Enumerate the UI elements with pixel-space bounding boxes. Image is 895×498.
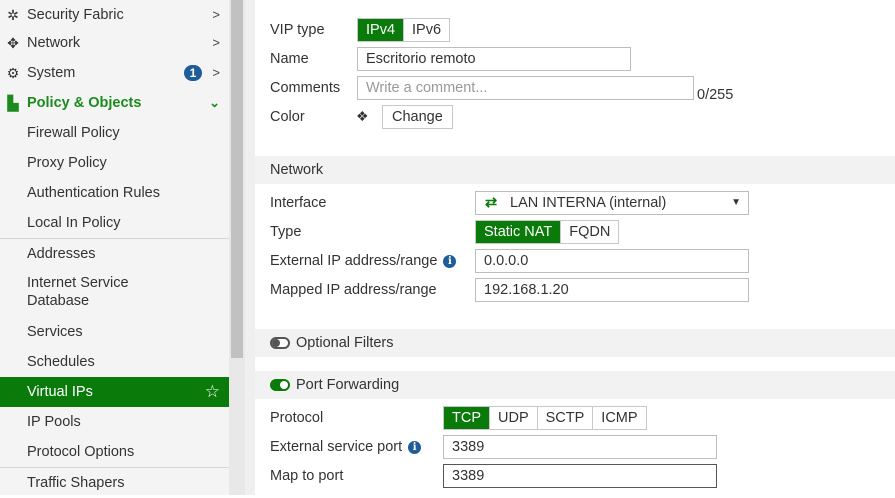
- external-ip-input[interactable]: 0.0.0.0: [475, 249, 749, 273]
- external-ip-label-text: External IP address/range: [270, 253, 438, 269]
- sidebar-item-label: Services: [27, 324, 83, 340]
- sidebar-item-label: Traffic Shapers: [27, 475, 125, 491]
- vip-type-selector: IPv4 IPv6: [357, 18, 451, 42]
- chevron-right-icon: >: [212, 65, 220, 80]
- type-selector: Static NAT FQDN: [475, 220, 620, 244]
- sidebar-item-proxy-policy[interactable]: Proxy Policy: [0, 148, 229, 178]
- optional-filters-title: Optional Filters: [296, 335, 394, 351]
- sidebar-item-label: Authentication Rules: [27, 185, 160, 201]
- vip-type-label: VIP type: [270, 22, 325, 38]
- network-section-title: Network: [270, 162, 324, 178]
- optional-filters-header: Optional Filters: [255, 329, 895, 357]
- color-swatch-icon: ❖: [356, 108, 369, 124]
- network-section-header: Network: [255, 156, 895, 184]
- sidebar-item-security-fabric[interactable]: ✲ Security Fabric >: [0, 0, 229, 30]
- sidebar-item-traffic-shapers[interactable]: Traffic Shapers: [0, 468, 229, 498]
- protocol-selector: TCP UDP SCTP ICMP: [443, 406, 647, 430]
- mapped-ip-label: Mapped IP address/range: [270, 282, 437, 298]
- protocol-tcp-option[interactable]: TCP: [444, 407, 489, 429]
- sidebar-item-label: Policy & Objects: [27, 95, 142, 111]
- sidebar-item-protocol-options[interactable]: Protocol Options: [0, 437, 229, 467]
- info-icon[interactable]: i: [408, 441, 422, 454]
- sidebar-item-authentication-rules[interactable]: Authentication Rules: [0, 178, 229, 208]
- network-icon: ✥: [7, 35, 19, 51]
- sidebar-item-schedules[interactable]: Schedules: [0, 347, 229, 377]
- vip-type-ipv6-option[interactable]: IPv6: [403, 19, 449, 41]
- interface-dropdown[interactable]: ⇄ LAN INTERNA (internal) ▼: [475, 191, 749, 215]
- sidebar-item-internet-service-database[interactable]: Internet Service Database: [0, 269, 229, 315]
- sidebar-item-label: IP Pools: [27, 414, 81, 430]
- sidebar-scrollbar-thumb[interactable]: [231, 0, 243, 358]
- sidebar-item-label: Schedules: [27, 354, 95, 370]
- port-forwarding-header: Port Forwarding: [255, 371, 895, 399]
- star-icon[interactable]: ☆: [205, 377, 220, 407]
- type-fqdn-option[interactable]: FQDN: [560, 221, 618, 243]
- gear-icon: ⚙: [6, 65, 20, 81]
- protocol-sctp-option[interactable]: SCTP: [536, 407, 593, 429]
- external-port-label-text: External service port: [270, 439, 403, 455]
- comments-textarea[interactable]: Write a comment...: [357, 76, 694, 100]
- sidebar-item-label: Network: [27, 35, 81, 51]
- sidebar-item-label: Proxy Policy: [27, 155, 107, 171]
- type-static-nat-option[interactable]: Static NAT: [476, 221, 561, 243]
- sidebar-item-label: Firewall Policy: [27, 125, 120, 141]
- policy-icon: ▙: [7, 95, 19, 111]
- sidebar-item-policy-objects[interactable]: ▙ Policy & Objects ⌄: [0, 88, 229, 118]
- chevron-right-icon: >: [212, 35, 220, 50]
- protocol-icmp-option[interactable]: ICMP: [592, 407, 645, 429]
- port-forwarding-title: Port Forwarding: [296, 377, 400, 393]
- caret-down-icon: ▼: [731, 197, 741, 208]
- protocol-udp-option[interactable]: UDP: [489, 407, 537, 429]
- sidebar-item-label: Database: [27, 293, 90, 309]
- name-input[interactable]: Escritorio remoto: [357, 47, 631, 71]
- interface-label: Interface: [270, 195, 327, 211]
- map-port-input[interactable]: 3389: [443, 464, 717, 488]
- sidebar-item-ip-pools[interactable]: IP Pools: [0, 407, 229, 437]
- sidebar-item-label: System: [27, 65, 76, 81]
- sidebar-item-label: Security Fabric: [27, 7, 124, 23]
- optional-filters-toggle[interactable]: [270, 337, 290, 349]
- external-port-label: External service port i: [270, 439, 422, 455]
- chevron-right-icon: >: [212, 7, 220, 22]
- external-port-input[interactable]: 3389: [443, 435, 717, 459]
- sidebar-item-services[interactable]: Services: [0, 317, 229, 347]
- map-port-label: Map to port: [270, 468, 344, 484]
- comments-counter: 0/255: [697, 87, 734, 103]
- sidebar-item-virtual-ips[interactable]: Virtual IPs ☆: [0, 377, 229, 407]
- type-label: Type: [270, 224, 302, 240]
- interface-value: LAN INTERNA (internal): [510, 195, 667, 211]
- fabric-icon: ✲: [7, 7, 19, 23]
- sidebar-item-label: Local In Policy: [27, 215, 121, 231]
- interface-shuffle-icon: ⇄: [485, 195, 498, 211]
- sidebar: ✲ Security Fabric > ✥ Network > ⚙ System…: [0, 0, 229, 495]
- sidebar-item-firewall-policy[interactable]: Firewall Policy: [0, 118, 229, 148]
- vip-edit-form: VIP type IPv4 IPv6 Name Escritorio remot…: [255, 10, 895, 495]
- external-ip-label: External IP address/range i: [270, 253, 457, 269]
- port-forwarding-toggle[interactable]: [270, 379, 290, 391]
- sidebar-item-label: Virtual IPs: [27, 384, 93, 400]
- sidebar-item-label: Addresses: [27, 246, 96, 262]
- sidebar-item-system[interactable]: ⚙ System 1 >: [0, 58, 229, 88]
- color-label: Color: [270, 109, 305, 125]
- protocol-label: Protocol: [270, 410, 324, 426]
- vip-type-ipv4-option[interactable]: IPv4: [358, 19, 404, 41]
- name-label: Name: [270, 51, 309, 67]
- content-gutter: [245, 0, 255, 495]
- info-icon[interactable]: i: [443, 255, 457, 268]
- notification-badge: 1: [184, 65, 202, 81]
- sidebar-item-label: Protocol Options: [27, 444, 135, 460]
- change-color-button[interactable]: Change: [382, 105, 453, 129]
- sidebar-item-addresses[interactable]: Addresses: [0, 239, 229, 269]
- chevron-down-icon: ⌄: [209, 95, 220, 110]
- sidebar-item-local-in-policy[interactable]: Local In Policy: [0, 208, 229, 238]
- mapped-ip-input[interactable]: 192.168.1.20: [475, 278, 749, 302]
- comments-label: Comments: [270, 80, 341, 96]
- sidebar-item-network[interactable]: ✥ Network >: [0, 28, 229, 58]
